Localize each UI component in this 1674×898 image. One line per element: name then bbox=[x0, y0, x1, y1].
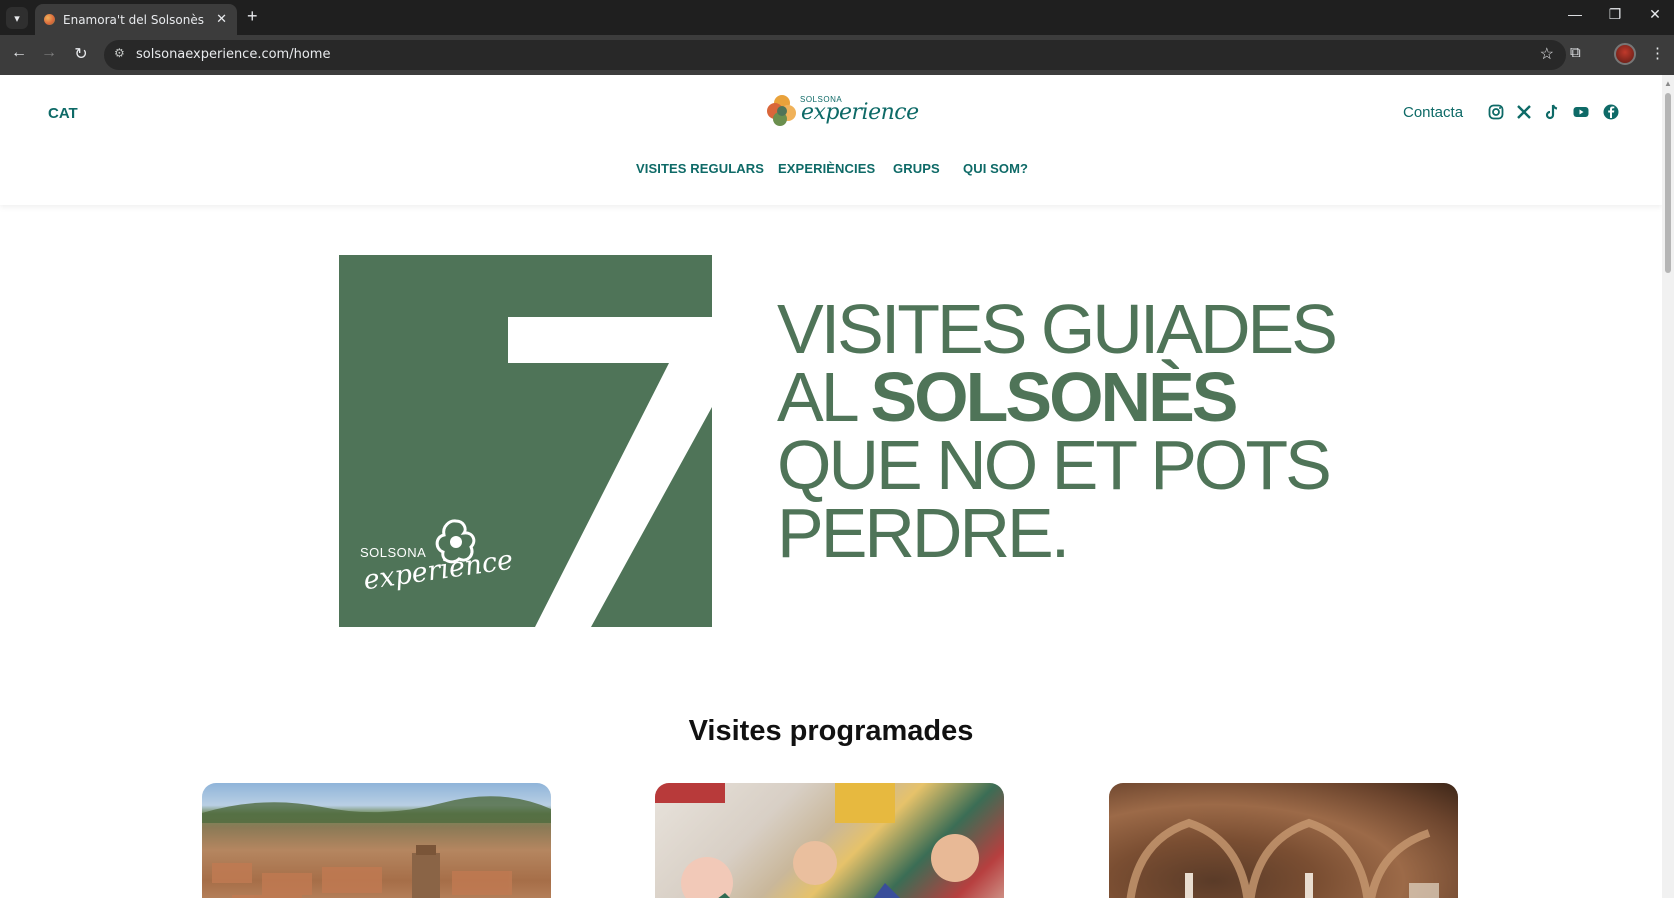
tab-title: Enamora't del Solsonès bbox=[63, 13, 204, 27]
hero-seven-graphic: SOLSONA experience bbox=[339, 255, 712, 627]
site-logo[interactable]: SOLSONA experience bbox=[766, 89, 919, 133]
hero-headline: VISITES GUIADES AL SOLSONÈS QUE NO ET PO… bbox=[777, 290, 1338, 572]
reload-icon[interactable]: ↻ bbox=[70, 44, 92, 64]
close-window-button[interactable]: ✕ bbox=[1640, 6, 1670, 23]
back-icon[interactable]: ← bbox=[8, 44, 30, 62]
page-scrollbar[interactable]: ▲ bbox=[1662, 75, 1674, 898]
nav-qui-som[interactable]: QUI SOM? bbox=[963, 161, 1028, 176]
hero-line-2: AL SOLSONÈS bbox=[777, 362, 1337, 432]
language-selector[interactable]: CAT bbox=[48, 105, 78, 122]
minimize-button[interactable]: — bbox=[1560, 6, 1590, 22]
bookmark-star-icon[interactable]: ☆ bbox=[1540, 44, 1554, 64]
visit-card-solsona-town[interactable] bbox=[202, 783, 551, 898]
forward-icon[interactable]: → bbox=[38, 44, 60, 62]
facebook-icon[interactable] bbox=[1602, 103, 1620, 121]
tab-list-icon[interactable]: ▾ bbox=[6, 7, 28, 29]
scroll-thumb[interactable] bbox=[1665, 93, 1671, 273]
profile-avatar[interactable] bbox=[1614, 43, 1636, 65]
tiktok-icon[interactable] bbox=[1543, 103, 1561, 121]
contact-link[interactable]: Contacta bbox=[1403, 104, 1463, 121]
close-tab-icon[interactable]: ✕ bbox=[216, 11, 227, 27]
youtube-icon[interactable] bbox=[1572, 103, 1590, 121]
browser-tabbar: ▾ Enamora't del Solsonès ✕ + — ❐ ✕ bbox=[0, 0, 1674, 35]
browser-toolbar: ← → ↻ ⚙ solsonaexperience.com/home ☆ ⧉ ⋮ bbox=[0, 35, 1674, 75]
site-favicon-icon bbox=[44, 14, 55, 25]
hero-line-4: PERDRE. bbox=[777, 494, 1070, 572]
menu-kebab-icon[interactable]: ⋮ bbox=[1650, 44, 1665, 62]
restore-button[interactable]: ❐ bbox=[1600, 6, 1630, 23]
url-text[interactable]: solsonaexperience.com/home bbox=[136, 47, 330, 62]
section-title: Visites programades bbox=[688, 715, 974, 747]
x-icon[interactable] bbox=[1515, 103, 1533, 121]
extensions-icon[interactable]: ⧉ bbox=[1570, 44, 1581, 61]
nav-experiencies[interactable]: EXPERIÈNCIES bbox=[778, 161, 875, 176]
card-image-arches bbox=[1126, 818, 1439, 898]
browser-tab[interactable]: Enamora't del Solsonès ✕ bbox=[35, 4, 237, 35]
site-info-icon[interactable]: ⚙ bbox=[114, 46, 125, 60]
hero-line-2-bold: SOLSONÈS bbox=[870, 358, 1238, 436]
site-header: CAT SOLSONA experience Contacta VISITES … bbox=[0, 75, 1662, 205]
nav-grups[interactable]: GRUPS bbox=[893, 161, 940, 176]
visit-card-gegants[interactable] bbox=[655, 783, 1004, 898]
visit-card-crypt[interactable] bbox=[1109, 783, 1458, 898]
address-bar[interactable]: ⚙ solsonaexperience.com/home ☆ bbox=[104, 40, 1566, 70]
hero-line-3: QUE NO ET POTS bbox=[777, 426, 1332, 504]
new-tab-button[interactable]: + bbox=[247, 6, 258, 27]
logo-script-text: experience bbox=[801, 100, 919, 125]
card-image-figures bbox=[655, 783, 979, 898]
card-image-town bbox=[202, 796, 551, 898]
logo-flower-icon bbox=[767, 95, 796, 126]
hero-line-2-normal: AL bbox=[777, 358, 871, 436]
instagram-icon[interactable] bbox=[1487, 103, 1505, 121]
hero-line-1: VISITES GUIADES bbox=[777, 290, 1338, 368]
nav-visites-regulars[interactable]: VISITES REGULARS bbox=[636, 161, 764, 176]
page-viewport: CAT SOLSONA experience Contacta VISITES … bbox=[0, 75, 1662, 898]
scroll-up-icon[interactable]: ▲ bbox=[1664, 79, 1672, 88]
